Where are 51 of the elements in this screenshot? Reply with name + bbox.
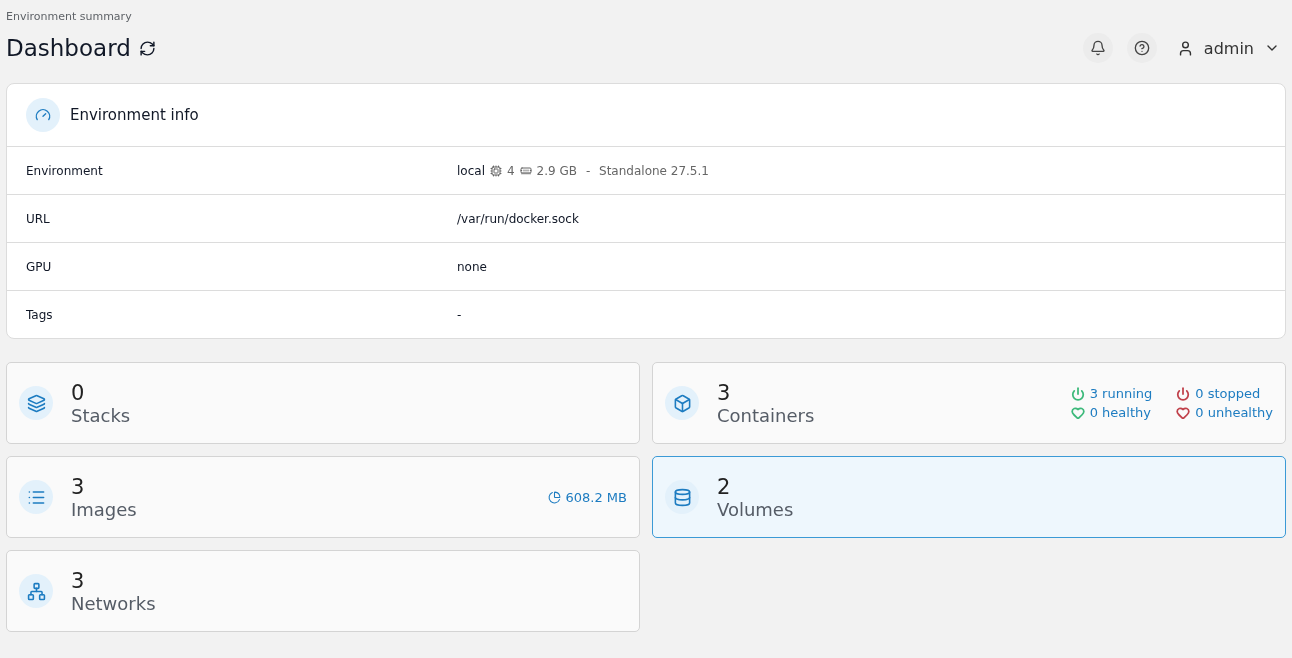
cube-icon (665, 386, 699, 420)
row-value: - (457, 307, 463, 322)
help-icon (1133, 40, 1150, 56)
resource-count: 3 (717, 380, 732, 405)
resource-label: Volumes (717, 498, 794, 520)
row-label: URL (26, 211, 51, 226)
resource-label: Stacks (71, 404, 131, 426)
resource-card[interactable]: 3 Images 608.2 MB (6, 456, 640, 538)
row-label: Tags (26, 307, 54, 322)
environment-name: local (457, 163, 485, 178)
resource-count: 3 (71, 474, 86, 499)
database-icon (665, 480, 699, 514)
separator: - (584, 163, 592, 178)
row-label: GPU (26, 259, 53, 274)
resource-card[interactable]: 3 Containers 3 running 0 stopped 0 healthy 0 unhealthy (652, 362, 1286, 444)
memory-size: 2.9 GB (536, 163, 578, 178)
status-text: 3 running (1070, 386, 1153, 401)
resource-count: 2 (717, 474, 732, 499)
resource-card[interactable]: 3 Networks (6, 550, 640, 632)
resource-count: 3 (71, 568, 86, 593)
gauge-icon (26, 98, 60, 132)
panel-title: Environment info (70, 106, 199, 124)
status-text: 0 unhealthy (1176, 405, 1273, 420)
environment-type: Standalone 27.5.1 (599, 163, 709, 178)
network-icon (19, 574, 53, 608)
cpu-count: 4 (506, 163, 515, 178)
list-icon (19, 480, 53, 514)
cpu-icon (489, 164, 502, 177)
status-text: 0 stopped (1176, 386, 1273, 401)
user-name: admin (1203, 38, 1254, 58)
resource-count: 0 (71, 380, 86, 405)
row-label: Environment (26, 163, 104, 178)
user-menu-button[interactable]: admin (1170, 38, 1286, 58)
breadcrumb: Environment summary (6, 10, 133, 23)
resource-label: Containers (717, 404, 815, 426)
resource-label: Images (71, 498, 137, 520)
resource-card[interactable]: 2 Volumes (652, 456, 1286, 538)
page-title: Dashboard (6, 35, 131, 61)
image-size: 608.2 MB (547, 489, 627, 505)
memory-icon (519, 164, 532, 177)
resource-label: Networks (71, 592, 156, 614)
help-button[interactable] (1126, 33, 1157, 63)
notifications-button[interactable] (1082, 33, 1113, 63)
resource-card[interactable]: 0 Stacks (6, 362, 640, 444)
row-value: /var/run/docker.sock (457, 211, 580, 226)
row-value: none (457, 259, 488, 274)
pie-chart-icon (547, 490, 561, 504)
layers-icon (19, 386, 53, 420)
bell-icon (1089, 40, 1106, 56)
refresh-icon[interactable] (138, 39, 156, 57)
status-text: 0 healthy (1070, 405, 1153, 420)
